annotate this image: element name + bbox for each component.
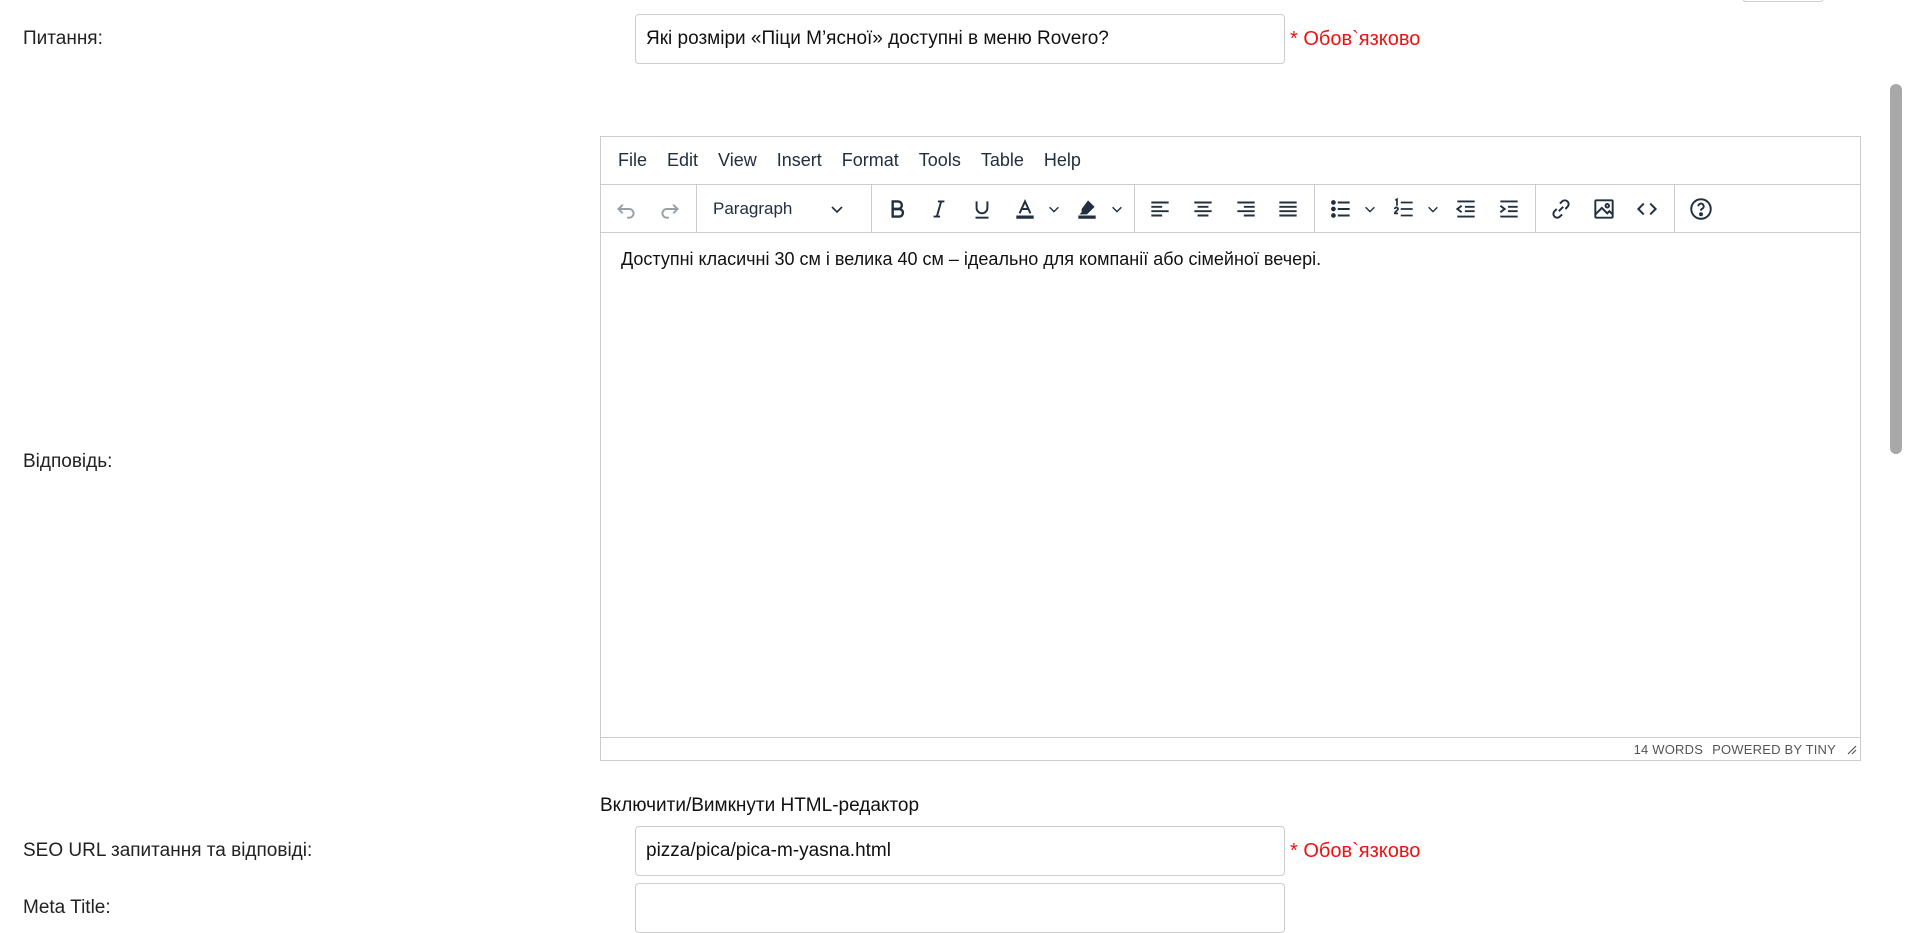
menu-file[interactable]: File	[608, 150, 657, 171]
menu-tools[interactable]: Tools	[909, 150, 971, 171]
source-code-icon[interactable]	[1628, 190, 1666, 228]
italic-icon[interactable]	[920, 190, 958, 228]
redo-icon[interactable]	[651, 190, 689, 228]
meta-title-input[interactable]	[635, 883, 1285, 933]
editor-content-area[interactable]: Доступні класичні 30 см і велика 40 см –…	[601, 233, 1860, 737]
seo-url-label: SEO URL запитання та відповіді:	[23, 840, 313, 861]
editor-statusbar: 14 WORDS POWERED BY TINY	[601, 737, 1860, 760]
numbered-list-chevron-icon[interactable]	[1424, 190, 1442, 228]
top-button-edge	[1742, 0, 1824, 2]
powered-by-link[interactable]: POWERED BY TINY	[1712, 742, 1836, 757]
menu-edit[interactable]: Edit	[657, 150, 708, 171]
align-center-icon[interactable]	[1184, 190, 1222, 228]
bold-icon[interactable]	[878, 190, 916, 228]
menu-table[interactable]: Table	[971, 150, 1034, 171]
align-justify-icon[interactable]	[1269, 190, 1307, 228]
undo-icon[interactable]	[607, 190, 645, 228]
word-count[interactable]: 14 WORDS	[1634, 742, 1704, 757]
highlight-color-icon[interactable]	[1068, 190, 1106, 228]
numbered-list-icon[interactable]	[1385, 190, 1423, 228]
menu-format[interactable]: Format	[832, 150, 909, 171]
menu-help[interactable]: Help	[1034, 150, 1091, 171]
text-color-chevron-icon[interactable]	[1045, 190, 1063, 228]
chevron-down-icon	[831, 206, 843, 214]
indent-icon[interactable]	[1490, 190, 1528, 228]
answer-label: Відповідь:	[23, 451, 113, 472]
underline-icon[interactable]	[963, 190, 1001, 228]
resize-handle-icon[interactable]	[1845, 743, 1857, 755]
question-required-note: * Обов`язково	[1290, 28, 1421, 50]
toolbar-separator	[871, 185, 872, 232]
align-right-icon[interactable]	[1227, 190, 1265, 228]
toolbar-separator	[1314, 185, 1315, 232]
editor-paragraph: Доступні класичні 30 см і велика 40 см –…	[621, 249, 1322, 269]
block-format-select[interactable]: Paragraph	[702, 190, 857, 228]
block-format-label: Paragraph	[713, 199, 793, 218]
toolbar-separator	[696, 185, 697, 232]
text-color-icon[interactable]	[1006, 190, 1044, 228]
question-label: Питання:	[23, 28, 103, 49]
rich-text-editor: File Edit View Insert Format Tools Table…	[600, 136, 1861, 761]
scrollbar-thumb[interactable]	[1890, 84, 1902, 454]
seo-required-note: * Обов`язково	[1290, 840, 1421, 862]
menu-view[interactable]: View	[708, 150, 767, 171]
bullet-list-icon[interactable]	[1322, 190, 1360, 228]
image-icon[interactable]	[1585, 190, 1623, 228]
toolbar-separator	[1134, 185, 1135, 232]
bullet-list-chevron-icon[interactable]	[1361, 190, 1379, 228]
toolbar-separator	[1535, 185, 1536, 232]
outdent-icon[interactable]	[1447, 190, 1485, 228]
meta-title-label: Meta Title:	[23, 897, 111, 918]
editor-toolbar: Paragraph	[601, 185, 1860, 233]
toolbar-separator	[1674, 185, 1675, 232]
question-input[interactable]	[635, 14, 1285, 64]
menu-insert[interactable]: Insert	[767, 150, 832, 171]
editor-menubar: File Edit View Insert Format Tools Table…	[601, 137, 1860, 185]
html-editor-toggle[interactable]: Включити/Вимкнути HTML-редактор	[600, 795, 919, 817]
seo-url-input[interactable]	[635, 826, 1285, 876]
highlight-chevron-icon[interactable]	[1108, 190, 1126, 228]
link-icon[interactable]	[1542, 190, 1580, 228]
align-left-icon[interactable]	[1141, 190, 1179, 228]
help-icon[interactable]	[1682, 190, 1720, 228]
